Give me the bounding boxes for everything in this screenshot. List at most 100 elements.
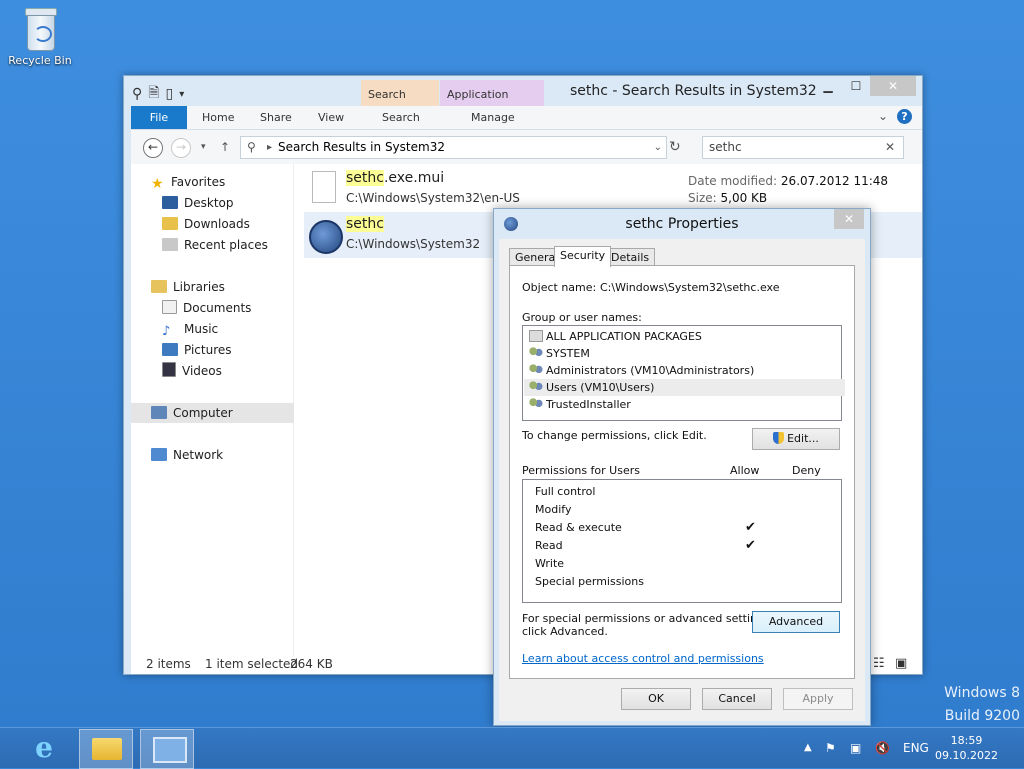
cancel-button[interactable]: Cancel — [702, 688, 772, 710]
file-path: C:\Windows\System32 — [346, 237, 481, 251]
edit-button[interactable]: Edit... — [752, 428, 840, 450]
search-box[interactable]: sethc ✕ — [702, 136, 904, 159]
tab-share[interactable]: Share — [260, 106, 292, 129]
nav-libraries[interactable]: Libraries — [151, 277, 225, 297]
tab-file[interactable]: File — [131, 106, 187, 129]
nav-videos[interactable]: Videos — [162, 361, 222, 381]
dialog-close-button[interactable]: ✕ — [834, 209, 864, 229]
ribbon-tabs: File Home Share View Search Manage ⌄ ? — [131, 106, 922, 130]
learn-more-link[interactable]: Learn about access control and permissio… — [522, 652, 764, 665]
status-size: 264 KB — [290, 657, 333, 671]
nav-downloads[interactable]: Downloads — [162, 214, 250, 234]
forward-button[interactable]: → — [171, 138, 191, 158]
minimize-button[interactable]: ▁ — [814, 76, 842, 96]
recycle-bin-label: Recycle Bin — [8, 54, 72, 67]
window-title: sethc - Search Results in System32 — [570, 83, 817, 99]
nav-documents[interactable]: Documents — [162, 298, 251, 318]
dialog-title[interactable]: sethc Properties — [494, 209, 870, 239]
context-tab-search-tools: Search Tools — [361, 80, 439, 131]
large-icons-view-icon[interactable]: ▣ — [895, 656, 907, 672]
close-button[interactable]: ✕ — [870, 76, 916, 96]
security-panel: Object name: C:\Windows\System32\sethc.e… — [509, 265, 855, 679]
tab-search[interactable]: Search — [382, 106, 420, 129]
volume-muted-icon[interactable]: 🔇 — [875, 728, 890, 768]
videos-icon — [162, 362, 176, 377]
maximize-button[interactable]: ☐ — [842, 76, 870, 96]
refresh-icon[interactable]: ↻ — [669, 139, 681, 155]
permission-row: Special permissions — [535, 575, 644, 588]
apply-button[interactable]: Apply — [783, 688, 853, 710]
tab-manage[interactable]: Manage — [471, 106, 515, 129]
clock-time: 18:59 — [950, 734, 983, 747]
nav-pictures[interactable]: Pictures — [162, 340, 232, 360]
windows-watermark-line1: Windows 8 — [944, 685, 1020, 701]
taskbar-control-panel[interactable] — [140, 729, 194, 769]
recycle-bin[interactable]: Recycle Bin — [6, 6, 74, 67]
language-indicator[interactable]: ENG — [903, 728, 929, 768]
address-row: ← → ▾ ↑ ⚲ ▸ Search Results in System32 ⌄… — [131, 130, 922, 164]
network-status-icon[interactable]: ▣ — [850, 728, 861, 768]
nav-music[interactable]: ♪ Music — [162, 319, 218, 339]
folder-icon — [92, 738, 122, 760]
permission-row: Read & execute ✔ — [535, 520, 756, 535]
properties-icon[interactable]: 🗎 — [148, 82, 159, 106]
action-center-flag-icon[interactable]: ⚑ — [825, 728, 836, 768]
users-icon — [529, 398, 543, 410]
context-tab-application-tools: Application Tools — [440, 80, 544, 131]
address-dropdown-icon[interactable]: ⌄ — [654, 137, 662, 158]
list-item[interactable]: sethc.exe.mui C:\Windows\System32\en-US … — [304, 166, 922, 212]
back-button[interactable]: ← — [143, 138, 163, 158]
up-button[interactable]: ↑ — [220, 140, 230, 154]
tab-home[interactable]: Home — [202, 106, 234, 129]
expand-ribbon-icon[interactable]: ⌄ — [878, 109, 888, 123]
list-item[interactable]: ALL APPLICATION PACKAGES — [529, 328, 702, 345]
tab-details[interactable]: Details — [605, 248, 656, 266]
list-item[interactable]: Administrators (VM10\Administrators) — [529, 362, 754, 379]
allow-check-icon: ✔ — [745, 538, 756, 553]
users-icon — [529, 347, 543, 359]
recent-places-icon — [162, 238, 178, 251]
recent-locations-icon[interactable]: ▾ — [201, 142, 206, 152]
star-icon: ★ — [151, 176, 164, 192]
list-item[interactable]: Users (VM10\Users) — [524, 379, 845, 396]
uac-shield-icon — [773, 432, 785, 444]
list-item[interactable]: SYSTEM — [529, 345, 590, 362]
packages-icon — [529, 330, 543, 342]
customize-qat-icon[interactable]: ▾ — [179, 89, 184, 100]
taskbar-internet-explorer[interactable]: e — [18, 729, 70, 767]
nav-desktop[interactable]: Desktop — [162, 193, 234, 213]
ok-button[interactable]: OK — [621, 688, 691, 710]
documents-icon — [162, 300, 177, 314]
recycle-bin-icon — [23, 6, 57, 51]
clock[interactable]: 18:59 09.10.2022 — [935, 733, 998, 763]
search-input[interactable]: sethc — [709, 137, 742, 158]
address-bar[interactable]: ⚲ ▸ Search Results in System32 ⌄ — [240, 136, 667, 159]
permission-row: Read ✔ — [535, 538, 756, 553]
nav-network[interactable]: Network — [151, 445, 223, 465]
permission-row: Write — [535, 557, 565, 570]
explorer-titlebar[interactable]: ⚲ 🗎 ▯ ▾ Search Tools Application Tools s… — [124, 76, 922, 131]
file-name: sethc — [346, 216, 384, 232]
advanced-button[interactable]: Advanced — [752, 611, 840, 633]
details-view-icon[interactable]: ☷ — [873, 656, 885, 672]
nav-computer[interactable]: Computer — [131, 403, 306, 423]
new-folder-icon[interactable]: ▯ — [166, 86, 174, 102]
help-icon[interactable]: ? — [897, 109, 912, 124]
downloads-icon — [162, 217, 178, 230]
nav-recent-places[interactable]: Recent places — [162, 235, 268, 255]
windows-watermark-line2: Build 9200 — [944, 708, 1020, 724]
group-user-list[interactable]: ALL APPLICATION PACKAGES SYSTEM Administ… — [522, 325, 845, 421]
taskbar-file-explorer[interactable] — [79, 729, 133, 769]
libraries-icon — [151, 280, 167, 293]
list-item[interactable]: TrustedInstaller — [529, 396, 631, 413]
tab-view[interactable]: View — [318, 106, 344, 129]
clear-search-icon[interactable]: ✕ — [885, 137, 895, 158]
document-icon — [312, 171, 336, 203]
show-hidden-icons-icon[interactable]: ▲ — [804, 728, 812, 768]
nav-favorites[interactable]: ★ Favorites — [151, 172, 225, 192]
monitor-icon — [153, 737, 187, 763]
network-icon — [151, 448, 167, 461]
internet-explorer-icon: e — [35, 731, 53, 764]
tab-security[interactable]: Security — [554, 246, 612, 267]
breadcrumb-chevron-icon[interactable]: ▸ — [267, 137, 272, 158]
